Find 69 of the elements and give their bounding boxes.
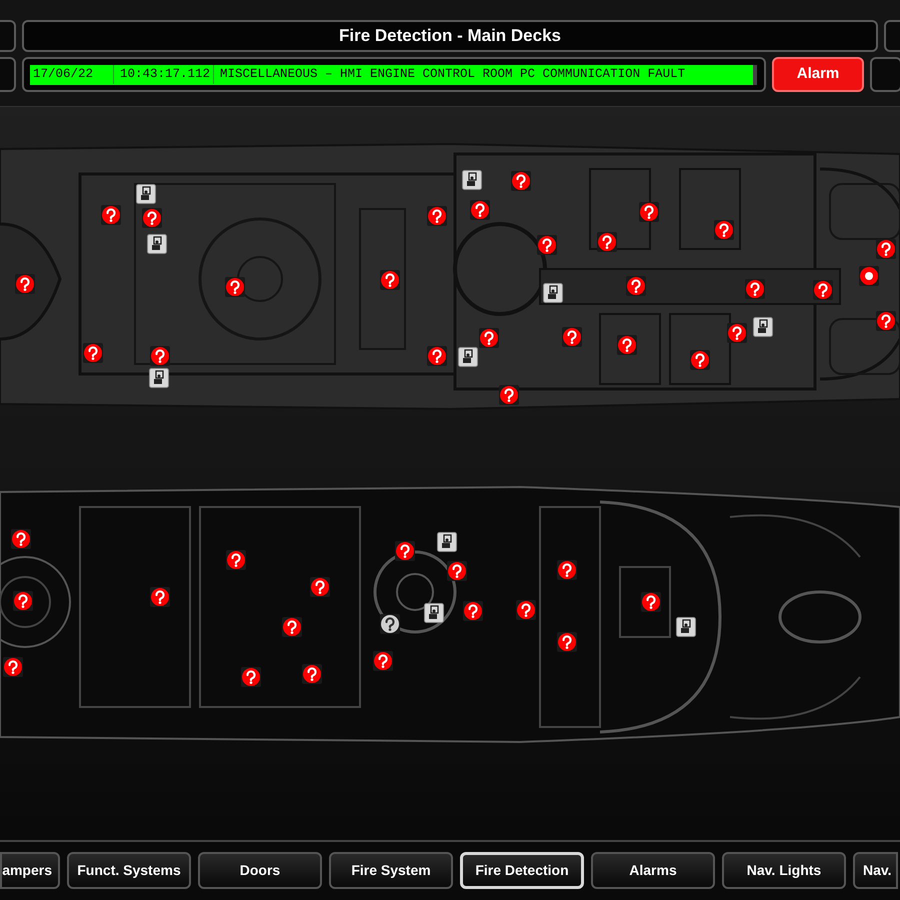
question-detector-icon[interactable]: [380, 614, 400, 634]
manual-call-point-icon[interactable]: [462, 170, 482, 190]
question-detector-icon[interactable]: [3, 657, 23, 677]
question-detector-icon[interactable]: [876, 311, 896, 331]
question-detector-icon[interactable]: [597, 232, 617, 252]
question-detector-icon[interactable]: [380, 270, 400, 290]
question-detector-icon[interactable]: [142, 208, 162, 228]
manual-call-point-icon[interactable]: [147, 234, 167, 254]
question-detector-icon[interactable]: [641, 592, 661, 612]
nav-tab[interactable]: Alarms: [591, 852, 715, 888]
question-detector-icon[interactable]: [373, 651, 393, 671]
question-detector-icon[interactable]: [557, 632, 577, 652]
question-detector-icon[interactable]: [13, 591, 33, 611]
question-detector-icon[interactable]: [15, 274, 35, 294]
question-detector-icon[interactable]: [714, 220, 734, 240]
nav-tab[interactable]: Fire Detection: [460, 852, 584, 888]
question-detector-icon[interactable]: [11, 529, 31, 549]
question-detector-icon[interactable]: [463, 601, 483, 621]
question-detector-icon[interactable]: [226, 550, 246, 570]
question-detector-icon[interactable]: [310, 577, 330, 597]
manual-call-point-icon[interactable]: [543, 283, 563, 303]
question-detector-icon[interactable]: [470, 200, 490, 220]
manual-call-point-icon[interactable]: [753, 317, 773, 337]
question-detector-icon[interactable]: [427, 206, 447, 226]
question-detector-icon[interactable]: [537, 235, 557, 255]
side-button[interactable]: [870, 57, 900, 92]
question-detector-icon[interactable]: [690, 350, 710, 370]
manual-call-point-icon[interactable]: [149, 368, 169, 388]
alarm-message: MISCELLANEOUS – HMI ENGINE CONTROL ROOM PC COMMUNICATION FAULT: [219, 66, 686, 84]
question-detector-icon[interactable]: [241, 667, 261, 687]
manual-call-point-icon[interactable]: [136, 184, 156, 204]
question-detector-icon[interactable]: [499, 385, 519, 405]
question-detector-icon[interactable]: [150, 587, 170, 607]
question-detector-icon[interactable]: [626, 276, 646, 296]
question-detector-icon[interactable]: [617, 335, 637, 355]
manual-call-point-icon[interactable]: [424, 603, 444, 623]
question-detector-icon[interactable]: [150, 346, 170, 366]
question-detector-icon[interactable]: [813, 280, 833, 300]
screen-title: Fire Detection - Main Decks: [22, 20, 878, 52]
alarm-button[interactable]: Alarm: [772, 57, 864, 92]
manual-call-point-icon[interactable]: [676, 617, 696, 637]
question-detector-icon[interactable]: [557, 560, 577, 580]
alarm-date: 17/06/22: [30, 65, 114, 84]
nav-tab[interactable]: Doors: [198, 852, 322, 888]
question-detector-icon[interactable]: [101, 205, 121, 225]
question-detector-icon[interactable]: [511, 171, 531, 191]
alarm-dot-icon[interactable]: [859, 266, 879, 286]
manual-call-point-icon[interactable]: [458, 347, 478, 367]
question-detector-icon[interactable]: [479, 328, 499, 348]
question-detector-icon[interactable]: [427, 346, 447, 366]
question-detector-icon[interactable]: [225, 277, 245, 297]
question-detector-icon[interactable]: [447, 561, 467, 581]
question-detector-icon[interactable]: [83, 343, 103, 363]
question-detector-icon[interactable]: [639, 202, 659, 222]
question-detector-icon[interactable]: [516, 600, 536, 620]
nav-tab[interactable]: Nav.: [853, 852, 898, 888]
question-detector-icon[interactable]: [395, 541, 415, 561]
nav-tab[interactable]: Funct. Systems: [67, 852, 191, 888]
question-detector-icon[interactable]: [302, 664, 322, 684]
alarm-time: 10:43:17.112: [114, 65, 214, 84]
question-detector-icon[interactable]: [876, 239, 896, 259]
question-detector-icon[interactable]: [727, 323, 747, 343]
nav-tab[interactable]: ampers: [0, 852, 60, 888]
manual-call-point-icon[interactable]: [437, 532, 457, 552]
question-detector-icon[interactable]: [562, 327, 582, 347]
nav-tab[interactable]: Fire System: [329, 852, 453, 888]
nav-tab[interactable]: Nav. Lights: [722, 852, 846, 888]
question-detector-icon[interactable]: [745, 279, 765, 299]
question-detector-icon[interactable]: [282, 617, 302, 637]
